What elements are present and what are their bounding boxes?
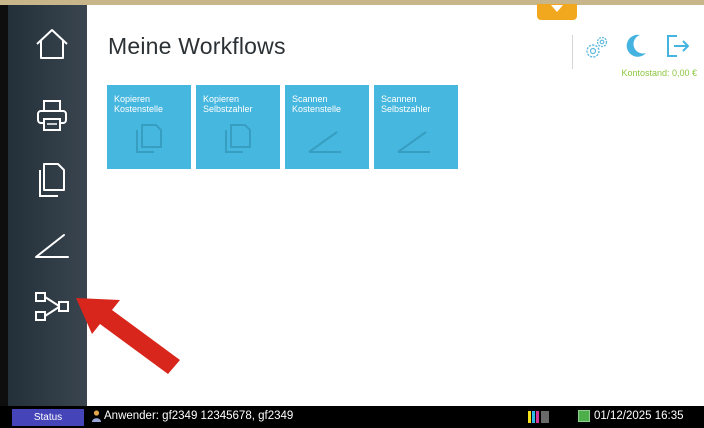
home-icon — [36, 29, 68, 59]
tile-label: Scannen Selbstzahler — [381, 94, 431, 114]
tile-label: Scannen Kostenstelle — [292, 94, 342, 114]
tile-kopieren-selbstzahler[interactable]: Kopieren Selbstzahler — [196, 85, 280, 169]
toner-cyan — [532, 411, 535, 423]
user-icon — [92, 410, 101, 422]
logout-icon — [667, 35, 689, 57]
scanner-icon — [397, 131, 430, 153]
nav-copy[interactable] — [16, 153, 88, 207]
scanner-icon — [308, 131, 341, 153]
frame-edge — [0, 5, 8, 406]
copy-icon — [136, 124, 162, 153]
copy-icon — [39, 163, 65, 197]
current-user: Anwender: gf2349 12345678, gf2349 — [92, 410, 293, 422]
user-text: Anwender: gf2349 12345678, gf2349 — [104, 410, 294, 422]
nav-home[interactable] — [16, 17, 88, 71]
moon-icon — [626, 34, 646, 57]
datetime-text: 01/12/2025 16:35 — [594, 410, 684, 422]
tile-scannen-selbstzahler[interactable]: Scannen Selbstzahler — [374, 85, 458, 169]
nav-print[interactable] — [16, 89, 88, 143]
settings-button[interactable] — [583, 35, 609, 66]
toner-black — [541, 411, 549, 423]
workflow-tiles: Kopieren Kostenstelle Kopieren Selbstzah… — [107, 85, 458, 169]
calendar-icon — [578, 410, 590, 422]
printer-icon — [37, 100, 67, 131]
nav-scan[interactable] — [16, 219, 88, 273]
chevron-down-icon — [551, 5, 563, 12]
panel-toggle-tab[interactable] — [537, 4, 577, 20]
workflow-icon — [35, 292, 69, 321]
account-balance: Kontostand: 0,00 € — [621, 68, 697, 78]
toner-levels — [528, 411, 539, 423]
tile-label: Kopieren Kostenstelle — [114, 94, 164, 114]
tile-scannen-kostenstelle[interactable]: Scannen Kostenstelle — [285, 85, 369, 169]
toner-yellow — [528, 411, 531, 423]
logout-button[interactable] — [665, 33, 691, 64]
scanner-icon — [35, 234, 69, 258]
status-button[interactable]: Status — [12, 409, 84, 426]
toner-magenta — [536, 411, 539, 423]
copy-icon — [225, 124, 251, 153]
page-title: Meine Workflows — [108, 33, 286, 59]
tile-label: Kopieren Selbstzahler — [203, 94, 253, 114]
sleep-button[interactable] — [624, 33, 648, 64]
tile-kopieren-kostenstelle[interactable]: Kopieren Kostenstelle — [107, 85, 191, 169]
annotation-arrow — [76, 298, 180, 374]
status-bar: Status Anwender: gf2349 12345678, gf2349… — [0, 406, 704, 428]
balance-label: Kontostand: 0,00 € — [621, 68, 697, 78]
header-divider — [572, 35, 573, 69]
datetime: 01/12/2025 16:35 — [578, 410, 684, 422]
gear-icon — [586, 36, 608, 58]
